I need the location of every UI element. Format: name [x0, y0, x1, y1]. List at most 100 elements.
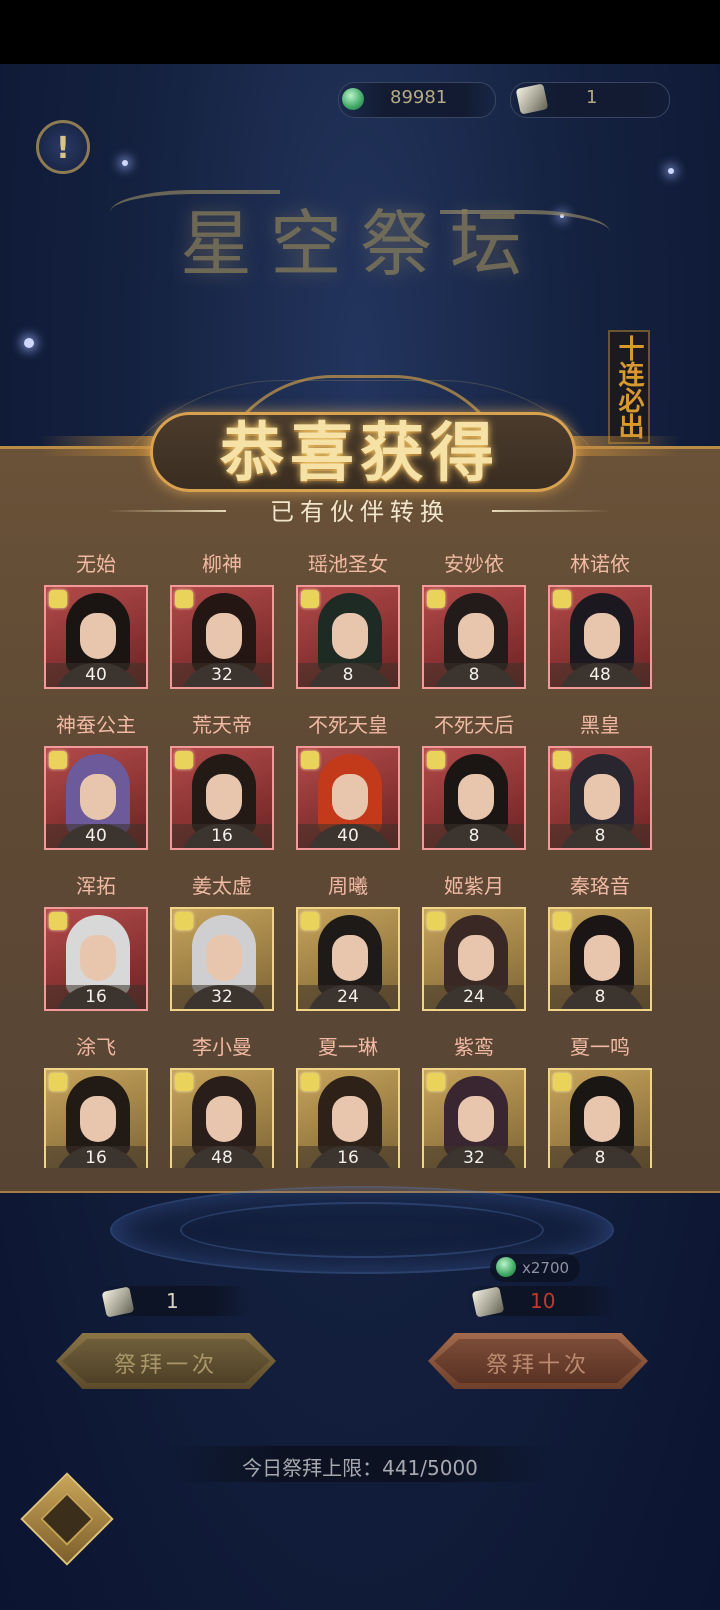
partner-portrait-frame: 8	[296, 585, 400, 689]
portrait-face	[80, 935, 116, 981]
fragment-icon	[49, 590, 67, 608]
portrait-face	[332, 1096, 368, 1142]
fragment-icon	[553, 751, 571, 769]
menu-icon	[40, 1492, 94, 1546]
jade-icon	[342, 88, 364, 110]
fragment-count: 48	[172, 1146, 272, 1168]
fragment-icon	[301, 590, 319, 608]
partner-name: 浑拓	[76, 874, 116, 898]
portrait-face	[458, 613, 494, 659]
jade-icon	[496, 1257, 516, 1277]
info-button[interactable]: !	[36, 120, 90, 174]
partner-portrait-frame: 48	[548, 585, 652, 689]
partner-portrait-frame: 8	[422, 746, 526, 850]
partner-portrait-frame: 40	[296, 746, 400, 850]
status-bar	[0, 0, 720, 64]
single-cost-value: 1	[166, 1289, 179, 1313]
daily-limit-text: 今日祭拜上限：441/5000	[242, 1456, 478, 1480]
portrait-face	[584, 774, 620, 820]
partner-card[interactable]: 神蚕公主 40	[44, 709, 148, 859]
partner-card[interactable]: 不死天皇 40	[296, 709, 400, 859]
partner-name: 李小曼	[192, 1035, 252, 1059]
partner-card[interactable]: 周曦 24	[296, 870, 400, 1020]
fragment-count: 32	[172, 663, 272, 687]
partner-name: 紫鸾	[454, 1035, 494, 1059]
jade-value: 89981	[390, 87, 448, 108]
fragment-count: 48	[550, 663, 650, 687]
partner-name: 涂飞	[76, 1035, 116, 1059]
portrait-face	[332, 613, 368, 659]
pray-once-button[interactable]: 祭拜一次	[56, 1333, 276, 1389]
portrait-face	[458, 935, 494, 981]
fragment-count: 24	[298, 985, 398, 1009]
fragment-count: 40	[46, 824, 146, 848]
partner-portrait-frame: 24	[422, 907, 526, 1011]
fragment-icon	[301, 751, 319, 769]
pray-once-label: 祭拜一次	[113, 1353, 218, 1378]
fragment-icon	[427, 590, 445, 608]
fragment-icon	[301, 912, 319, 930]
partner-portrait-frame: 32	[422, 1068, 526, 1168]
partner-card[interactable]: 浑拓 16	[44, 870, 148, 1020]
reward-title: 恭喜获得	[220, 416, 500, 491]
partner-card[interactable]: 黑皇 8	[548, 709, 652, 859]
fragment-icon	[427, 751, 445, 769]
altar-title: 星空祭坛	[179, 202, 540, 286]
partner-name: 林诺依	[570, 552, 630, 576]
partner-card[interactable]: 夏一琳 16	[296, 1031, 400, 1168]
partner-card[interactable]: 姬紫月 24	[422, 870, 526, 1020]
partner-card[interactable]: 无始 40	[44, 548, 148, 698]
jade-alt-cost-value: x2700	[522, 1259, 570, 1277]
fragment-icon	[49, 912, 67, 930]
partner-card[interactable]: 涂飞 16	[44, 1031, 148, 1168]
fragment-count: 40	[298, 824, 398, 848]
partner-name: 夏一鸣	[570, 1035, 630, 1059]
fragment-count: 16	[172, 824, 272, 848]
partner-name: 姜太虚	[192, 874, 252, 898]
fragment-count: 32	[172, 985, 272, 1009]
partner-name: 柳神	[202, 552, 242, 576]
partner-card[interactable]: 李小曼 48	[170, 1031, 274, 1168]
ten-cost-value: 10	[530, 1289, 556, 1313]
portrait-face	[80, 613, 116, 659]
partner-card[interactable]: 紫鸾 32	[422, 1031, 526, 1168]
fragment-count: 32	[424, 1146, 524, 1168]
partner-name: 夏一琳	[318, 1035, 378, 1059]
star-decoration	[24, 338, 34, 348]
fragment-count: 8	[550, 1146, 650, 1168]
partner-card[interactable]: 荒天帝 16	[170, 709, 274, 859]
fragment-icon	[553, 1073, 571, 1091]
portrait-face	[458, 774, 494, 820]
pray-ten-button[interactable]: 祭拜十次	[428, 1333, 648, 1389]
partner-name: 黑皇	[580, 713, 620, 737]
partner-card[interactable]: 安妙依 8	[422, 548, 526, 698]
partner-card[interactable]: 柳神 32	[170, 548, 274, 698]
partner-portrait-frame: 40	[44, 585, 148, 689]
partner-card[interactable]: 瑶池圣女 8	[296, 548, 400, 698]
partner-card[interactable]: 夏一鸣 8	[548, 1031, 652, 1168]
partner-name: 神蚕公主	[56, 713, 136, 737]
portrait-face	[80, 1096, 116, 1142]
partner-card[interactable]: 不死天后 8	[422, 709, 526, 859]
partner-card[interactable]: 姜太虚 32	[170, 870, 274, 1020]
partner-name: 姬紫月	[444, 874, 504, 898]
partner-name: 荒天帝	[192, 713, 252, 737]
partner-name: 不死天后	[434, 713, 514, 737]
ten-pull-guarantee-banner: 十连必出	[608, 330, 650, 444]
partner-portrait-frame: 8	[548, 1068, 652, 1168]
fragment-count: 16	[46, 985, 146, 1009]
scroll-ticket-value: 1	[586, 87, 598, 108]
fragment-icon	[427, 912, 445, 930]
partner-grid: 无始 40 柳神 32 瑶池圣女 8 安妙依 8 林诺依 48 神蚕公主 40 荒天帝 16 不死天皇 40 不…	[0, 548, 720, 1168]
fragment-count: 8	[424, 824, 524, 848]
partner-card[interactable]: 林诺依 48	[548, 548, 652, 698]
divider-line	[492, 510, 610, 512]
partner-name: 无始	[76, 552, 116, 576]
partner-card[interactable]: 秦珞音 8	[548, 870, 652, 1020]
partner-portrait-frame: 16	[44, 907, 148, 1011]
portrait-face	[332, 774, 368, 820]
portrait-face	[206, 935, 242, 981]
reward-subtitle: 已有伙伴转换	[270, 498, 450, 526]
fragment-icon	[49, 1073, 67, 1091]
fragment-icon	[175, 1073, 193, 1091]
